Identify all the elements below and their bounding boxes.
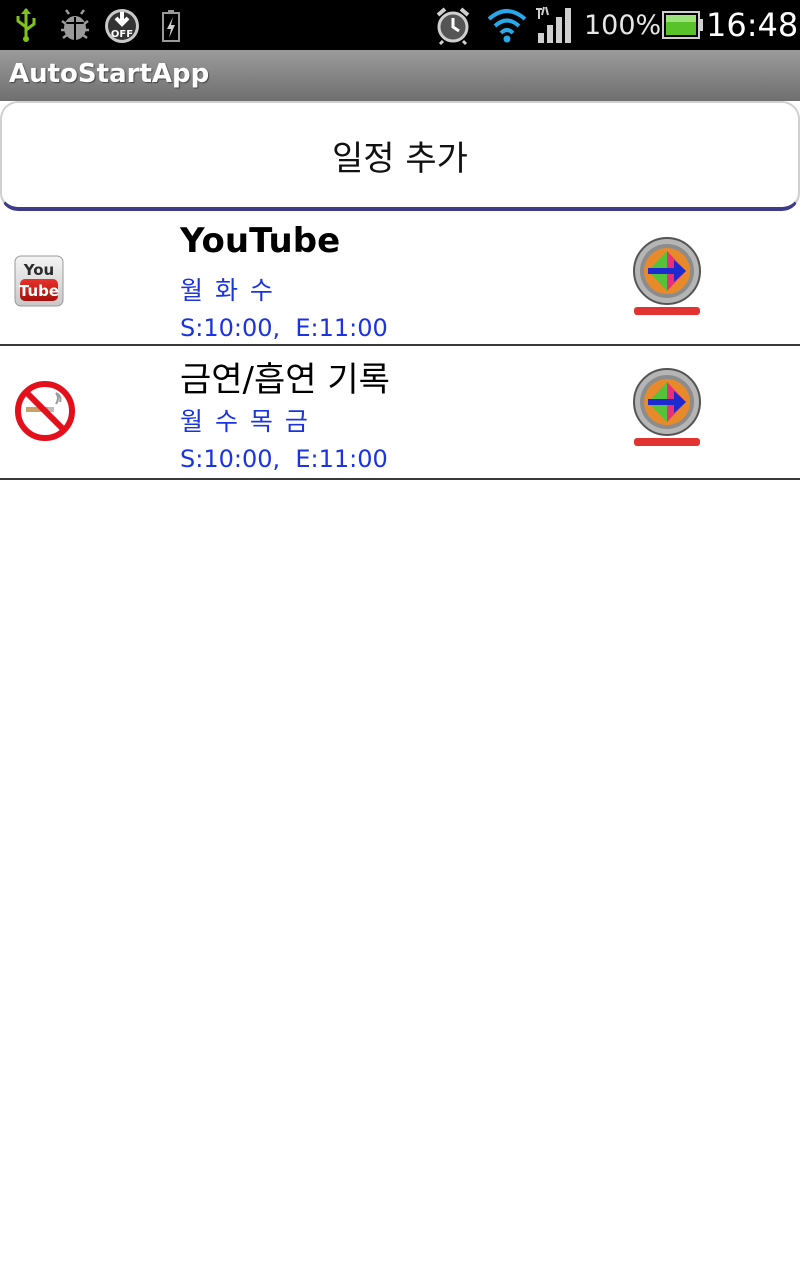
svg-text:You: You xyxy=(23,261,54,279)
schedule-days: 월 수 목 금 xyxy=(180,407,310,436)
alarm-clock-icon xyxy=(436,7,470,45)
schedule-list: You Tube YouTube 월 화 수 S:10:00, E:11:00 … xyxy=(0,215,800,480)
off-badge-text: OFF xyxy=(111,29,133,40)
svg-text:Tube: Tube xyxy=(19,282,59,300)
signal-icon xyxy=(536,6,571,43)
usb-icon xyxy=(16,8,36,42)
battery-charging-icon xyxy=(162,10,180,42)
schedule-time: S:10:00, E:11:00 xyxy=(180,445,388,473)
schedule-time: S:10:00, E:11:00 xyxy=(180,314,388,342)
clock: 16:48 xyxy=(706,6,799,44)
schedule-title: 금연/흡연 기록 xyxy=(180,360,390,400)
youtube-icon: You Tube xyxy=(14,255,64,307)
debug-bug-icon xyxy=(61,9,89,40)
download-off-icon: OFF xyxy=(105,9,139,43)
no-smoking-icon xyxy=(15,381,75,441)
add-schedule-button[interactable]: 일정 추가 xyxy=(0,101,800,211)
battery-percent: 100% xyxy=(584,10,662,41)
schedule-days: 월 화 수 xyxy=(180,276,275,305)
list-item[interactable]: 금연/흡연 기록 월 수 목 금 S:10:00, E:11:00 xyxy=(0,346,800,480)
schedule-title: YouTube xyxy=(180,221,341,261)
app-title: AutoStartApp xyxy=(9,59,210,89)
app-title-bar: AutoStartApp xyxy=(0,50,800,101)
status-bar: OFF 100% 16:48 xyxy=(0,0,800,50)
list-item[interactable]: You Tube YouTube 월 화 수 S:10:00, E:11:00 xyxy=(0,215,800,346)
wifi-icon xyxy=(487,9,527,43)
run-app-icon[interactable] xyxy=(630,237,704,319)
add-schedule-label: 일정 추가 xyxy=(332,138,468,179)
run-app-icon[interactable] xyxy=(630,368,704,450)
battery-icon xyxy=(662,11,703,39)
